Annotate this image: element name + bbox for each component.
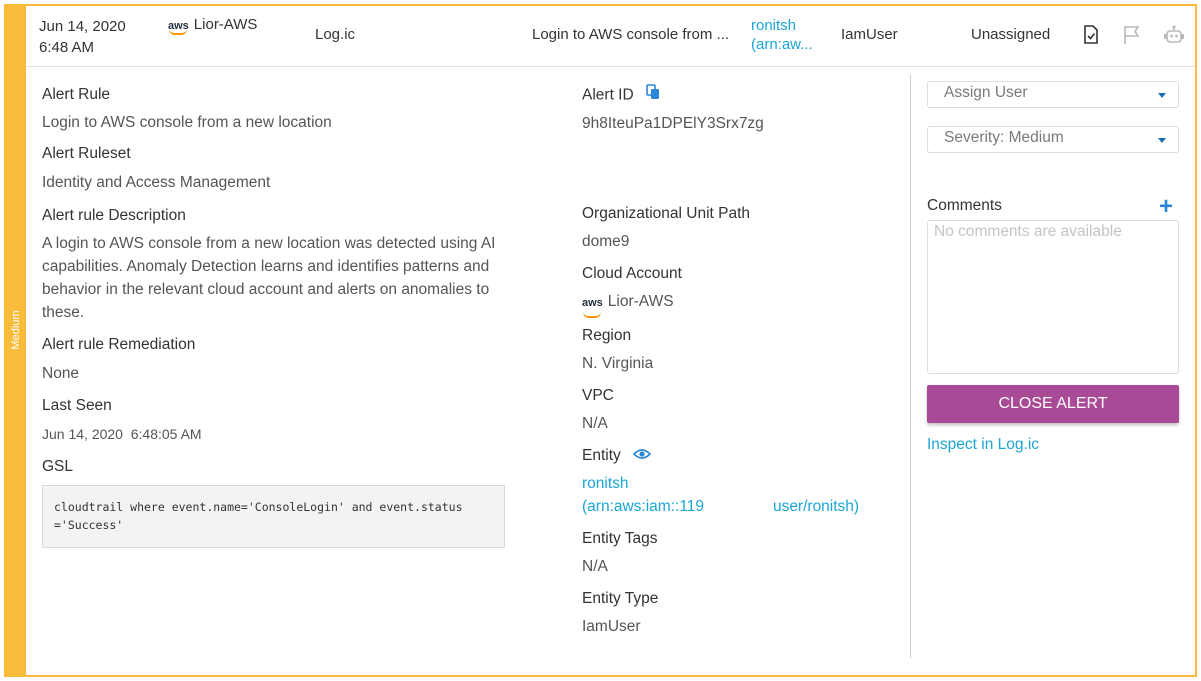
region-label: Region [582,327,632,344]
header-rule-name: Login to AWS console from ... [532,26,730,43]
alert-id-label-text: Alert ID [582,86,634,104]
alert-time: 6:48 AM [39,39,95,56]
cloud-account-label: Cloud Account [582,265,682,282]
entity-arn[interactable]: (arn:aws:iam::119 user/ronitsh) [582,495,902,518]
header-vendor: Log.ic [315,26,356,43]
alert-card: Medium Jun 14, 2020 6:48 AM aws Lior-AWS … [4,4,1197,677]
cloud-account-name: Lior-AWS [607,293,674,310]
gsl-label: GSL [42,458,74,475]
alert-id-value: 9h8IteuPa1DPElY3Srx7zg [582,115,764,132]
alert-rule-value: Login to AWS console from a new location [42,114,332,131]
severity-bar: Medium [6,6,26,675]
eye-icon[interactable] [632,445,652,467]
alert-datetime: Jun 14, 2020 6:48 AM [39,16,126,58]
entity-tags-value: N/A [582,558,608,576]
last-seen-label: Last Seen [42,397,112,414]
assign-user-value: Assign User [944,84,1028,101]
header-entity-arn[interactable]: (arn:aw... [751,35,819,54]
entity-label-text: Entity [582,447,621,465]
entity-name[interactable]: ronitsh [582,472,902,495]
alert-header-row[interactable]: Jun 14, 2020 6:48 AM aws Lior-AWS Log.ic … [26,6,1195,67]
header-entity-type: IamUser [841,26,898,43]
alert-ruleset-value: Identity and Access Management [42,174,271,191]
flag-icon[interactable] [1120,23,1142,47]
entity-type-value: IamUser [582,618,641,636]
add-comment-icon[interactable]: + [1159,193,1173,221]
header-entity-link[interactable]: ronitsh (arn:aw... [751,16,819,54]
region-value: N. Virginia [582,355,654,372]
alert-date: Jun 14, 2020 [39,18,126,35]
header-assignee: Unassigned [971,26,1051,43]
inspect-in-logic-link[interactable]: Inspect in Log.ic [927,436,1179,454]
ou-path-value: dome9 [582,233,630,250]
ou-path-label: Organizational Unit Path [582,205,751,222]
chevron-down-icon [1158,138,1166,143]
document-check-icon[interactable] [1080,23,1102,47]
severity-dropdown-value: Severity: Medium [944,129,1064,146]
alert-id-label: Alert ID [582,84,902,107]
comments-header: Comments + [927,193,1179,220]
entity-link[interactable]: ronitsh (arn:aws:iam::119 user/ronitsh) [582,472,902,518]
vpc-label: VPC [582,387,614,404]
alert-metadata: Alert ID 9h8IteuPa1DPElY3Srx7zg Organiza… [582,84,902,638]
assign-user-dropdown[interactable]: Assign User [927,81,1179,108]
aws-logo-icon: aws [168,20,189,35]
severity-label: Medium [10,310,22,350]
header-account-name: Lior-AWS [193,16,258,33]
entity-tags-label: Entity Tags [582,530,658,548]
alert-details: Alert Rule Login to AWS console from a n… [42,84,512,548]
comments-label: Comments [927,197,1002,214]
alert-description-label: Alert rule Description [42,207,186,224]
robot-icon[interactable] [1162,23,1184,47]
severity-dropdown[interactable]: Severity: Medium [927,126,1179,153]
gsl-code-block: cloudtrail where event.name='ConsoleLogi… [42,485,505,548]
chevron-down-icon [1158,93,1166,98]
alert-actions: Assign User Severity: Medium Comments + … [927,81,1179,454]
comments-box[interactable]: No comments are available [927,220,1179,374]
alert-remediation-value: None [42,365,80,382]
vpc-value: N/A [582,415,608,432]
cloud-account-value: aws Lior-AWS [582,290,902,318]
aws-logo-icon: aws [582,292,603,318]
alert-ruleset-label: Alert Ruleset [42,145,131,162]
copy-icon[interactable] [646,84,660,107]
alert-description-value: A login to AWS console from a new locati… [42,235,496,321]
header-cloud-account: aws Lior-AWS [168,16,258,35]
column-divider [910,74,911,658]
header-entity-name[interactable]: ronitsh [751,16,819,35]
last-seen-value: Jun 14, 2020 6:48:05 AM [42,426,202,442]
alert-rule-label: Alert Rule [42,86,111,103]
entity-label: Entity [582,445,902,467]
alert-remediation-label: Alert rule Remediation [42,336,196,353]
entity-type-label: Entity Type [582,590,659,608]
close-alert-button[interactable]: CLOSE ALERT [927,385,1179,423]
